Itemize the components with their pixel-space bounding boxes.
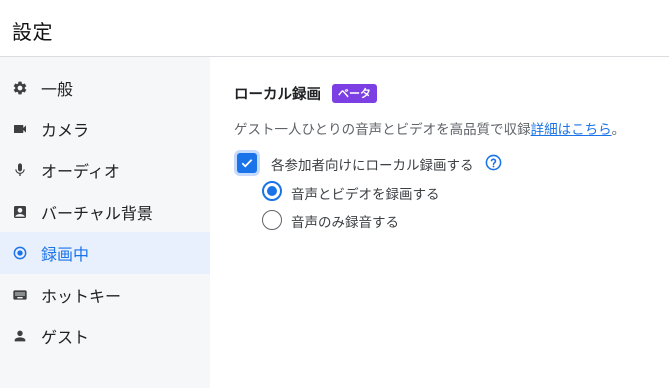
description-end: 。 <box>611 122 626 138</box>
help-icon[interactable] <box>485 154 502 171</box>
sidebar-item-hotkeys[interactable]: ホットキー <box>0 274 210 316</box>
radio-audio-only-label: 音声のみ録音する <box>291 215 399 231</box>
section-title: ローカル録画 <box>234 87 321 103</box>
checkmark-icon <box>241 159 253 168</box>
sidebar-item-label: バーチャル背景 <box>41 204 153 223</box>
page-title: 設定 <box>12 20 53 44</box>
sidebar-item-label: 一般 <box>41 80 74 99</box>
portrait-icon <box>12 204 28 220</box>
settings-sidebar: 一般 カメラ オーディオ バーチャル背景 録画中 ホットキー ゲスト <box>0 57 210 388</box>
sidebar-item-label: カメラ <box>41 121 90 140</box>
beta-badge: ベータ <box>332 84 377 103</box>
sidebar-item-label: オーディオ <box>41 162 120 181</box>
record-icon <box>12 245 28 261</box>
radio-audio-only[interactable] <box>262 210 282 230</box>
gear-icon <box>12 80 28 96</box>
radio-audio-video-label: 音声とビデオを録画する <box>291 187 440 203</box>
local-recording-label: 各参加者向けにローカル録画する <box>271 158 474 174</box>
details-link[interactable]: 詳細はこちら <box>531 122 612 138</box>
radio-audio-video[interactable] <box>262 181 282 201</box>
sidebar-item-label: ゲスト <box>41 328 90 347</box>
sidebar-item-guests[interactable]: ゲスト <box>0 315 210 357</box>
description: ゲスト一人ひとりの音声とビデオを高品質で収録詳細はこちら。 <box>234 118 625 138</box>
keyboard-icon <box>12 287 28 303</box>
settings-page: 設定 一般 カメラ オーディオ バーチャル背景 録画中 ホットキー ゲスト ロー… <box>0 0 669 388</box>
sidebar-item-label: ホットキー <box>41 287 122 306</box>
sidebar-item-general[interactable]: 一般 <box>0 67 210 109</box>
settings-header: 設定 <box>0 0 669 57</box>
sidebar-item-audio[interactable]: オーディオ <box>0 149 210 191</box>
sidebar-item-virtual-background[interactable]: バーチャル背景 <box>0 191 210 233</box>
description-text: ゲスト一人ひとりの音声とビデオを高品質で収録 <box>234 122 531 138</box>
local-recording-checkbox[interactable] <box>237 153 257 173</box>
recording-settings-panel: ローカル録画 ベータ ゲスト一人ひとりの音声とビデオを高品質で収録詳細はこちら。… <box>210 57 669 388</box>
camera-icon <box>12 121 28 137</box>
microphone-icon <box>12 162 28 178</box>
person-icon <box>12 328 28 344</box>
sidebar-item-label: 録画中 <box>41 245 90 264</box>
sidebar-item-camera[interactable]: カメラ <box>0 108 210 150</box>
sidebar-item-recording[interactable]: 録画中 <box>0 232 210 274</box>
